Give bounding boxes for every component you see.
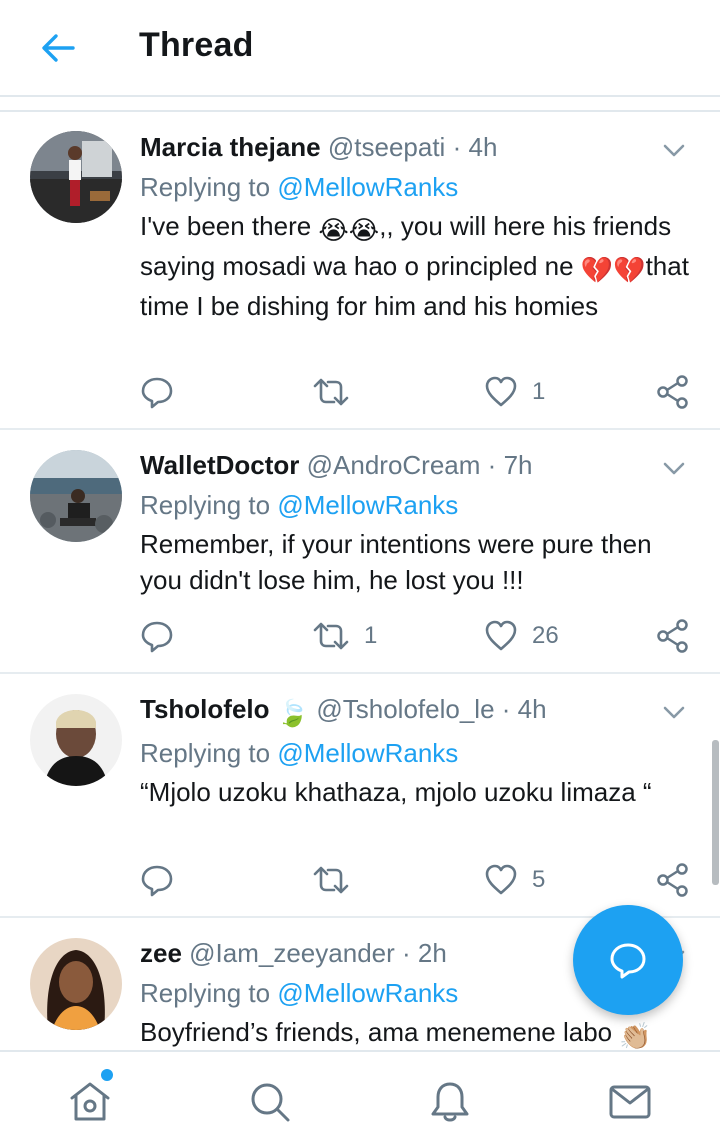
retweet-icon [313,622,349,650]
avatar[interactable] [30,450,122,542]
home-icon [70,1082,110,1121]
nav-messages[interactable] [606,1078,654,1126]
replying-to: Replying to @MellowRanks [140,488,690,522]
retweet-button[interactable]: 1 [312,616,377,656]
display-name[interactable]: zee [140,938,182,968]
share-button[interactable] [656,860,690,900]
display-name[interactable]: Tsholofelo [140,694,270,724]
compose-reply-icon [610,943,646,979]
replying-prefix: Replying to [140,978,278,1008]
tweet-actions: 1 [140,372,692,412]
user-handle[interactable]: @AndroCream [307,450,481,480]
user-handle[interactable]: @Iam_zeeyander [189,938,395,968]
display-name[interactable]: Marcia thejane [140,132,321,162]
unread-indicator [101,1069,113,1081]
tweet-text: “Mjolo uzoku khathaza, mjolo uzoku limaz… [140,777,652,807]
heart-icon [485,376,517,407]
mention-link[interactable]: @MellowRanks [277,978,458,1008]
bottom-nav [0,1050,720,1147]
messages-icon [609,1085,651,1119]
compose-reply-button[interactable] [573,905,683,1015]
tweet-actions: 5 [140,860,692,900]
timestamp: 4h [517,694,547,724]
display-name[interactable]: WalletDoctor [140,450,299,480]
like-button[interactable]: 5 [484,860,545,900]
like-button[interactable]: 26 [484,616,559,656]
leaf-emoji: 🍃 [276,698,310,728]
tweet-text: Boyfriend’s friends, ama menemene labo 👏… [140,1014,690,1050]
separator-dot: · [501,694,511,724]
search-icon [251,1083,290,1122]
tweet-text: Remember, if your intentions were pure t… [140,529,652,595]
avatar[interactable] [30,938,122,1030]
tweet-text-part: Boyfriend’s friends, ama menemene labo [140,1017,613,1047]
share-icon [657,375,688,409]
reply-icon [141,865,173,897]
chevron-down-icon[interactable] [660,454,688,482]
reply-icon [141,377,173,409]
crying-emoji: 😭😭 [318,215,380,245]
timestamp: 2h [417,938,447,968]
heart-icon [485,620,517,651]
retweet-icon [313,378,349,406]
page-title: Thread [139,26,254,64]
retweet-button[interactable] [312,372,364,412]
share-button[interactable] [656,372,690,412]
notifications-icon [431,1082,469,1122]
tweet[interactable]: Marcia thejane @tseepati · 4h Replying t… [0,112,720,430]
replying-prefix: Replying to [140,490,278,520]
retweet-icon [313,866,349,894]
tweet-text-part: I've been there [140,211,319,241]
replying-prefix: Replying to [140,738,278,768]
nav-home[interactable] [66,1078,114,1126]
like-count: 26 [532,622,559,649]
retweet-button[interactable] [312,860,364,900]
replying-to: Replying to @MellowRanks [140,736,690,770]
reply-button[interactable] [140,616,188,656]
separator-dot: · [487,450,497,480]
top-bar: Thread [0,0,720,97]
user-handle[interactable]: @tseepati [328,132,445,162]
tweet-actions: 1 26 [140,616,692,656]
share-button[interactable] [656,616,690,656]
user-handle[interactable]: @Tsholofelo_le [316,694,494,724]
reply-button[interactable] [140,372,188,412]
tweet-header: Marcia thejane @tseepati · 4h [140,130,690,164]
mention-link[interactable]: @MellowRanks [277,172,458,202]
reply-button[interactable] [140,860,188,900]
tweet[interactable]: WalletDoctor @AndroCream · 7h Replying t… [0,430,720,674]
reply-icon [141,621,173,653]
mention-link[interactable]: @MellowRanks [277,738,458,768]
share-icon [657,863,688,897]
share-icon [657,619,688,653]
separator-dot: · [452,132,462,162]
clapping-emoji: 👏🏼 [619,1021,652,1050]
chevron-down-icon[interactable] [660,698,688,726]
replying-prefix: Replying to [140,172,278,202]
broken-heart-emoji: 💔💔 [580,255,646,285]
avatar[interactable] [30,694,122,786]
mention-link[interactable]: @MellowRanks [277,490,458,520]
tweet-header: Tsholofelo 🍃 @Tsholofelo_le · 4h [140,692,690,730]
retweet-count: 1 [364,622,378,649]
scrollbar[interactable] [712,740,719,885]
like-count: 1 [532,378,546,405]
back-arrow-icon [42,34,75,62]
like-button[interactable]: 1 [484,372,545,412]
timestamp: 4h [468,132,498,162]
avatar[interactable] [30,131,122,223]
like-count: 5 [532,866,546,893]
nav-notifications[interactable] [426,1078,474,1126]
nav-search[interactable] [246,1078,294,1126]
tweet-text: I've been there 😭😭,, you will here his f… [140,208,690,324]
chevron-down-icon[interactable] [660,136,688,164]
replying-to: Replying to @MellowRanks [140,170,690,204]
timestamp: 7h [503,450,533,480]
tweet-header: WalletDoctor @AndroCream · 7h [140,448,690,482]
tweet[interactable]: Tsholofelo 🍃 @Tsholofelo_le · 4h Replyin… [0,674,720,918]
back-button[interactable] [36,26,80,70]
heart-icon [485,864,517,895]
separator-dot: · [402,938,411,968]
